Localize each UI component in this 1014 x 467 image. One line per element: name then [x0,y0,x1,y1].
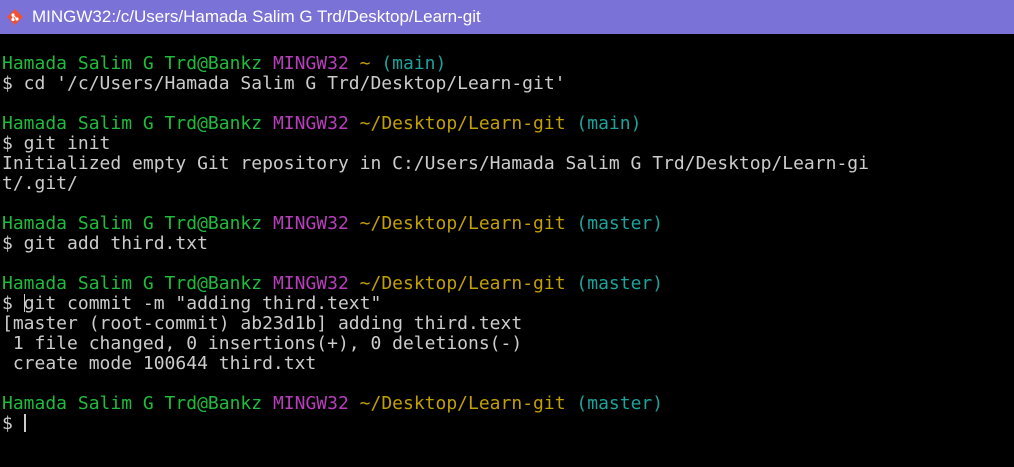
prompt-line: Hamada Salim G Trd@Bankz MINGW32 ~/Deskt… [2,394,1012,414]
command-line: $ git add third.txt [2,233,208,254]
command-text: git commit -m "adding third.text" [23,293,382,314]
prompt-system: MINGW32 [272,273,349,294]
prompt-system: MINGW32 [272,53,349,74]
prompt-branch: (main) [381,53,447,74]
prompt-path: ~ [359,53,371,74]
output-line: create mode 100644 third.txt [2,353,317,374]
terminal-cursor[interactable] [23,414,26,432]
terminal-window: MINGW32:/c/Users/Hamada Salim G Trd/Desk… [0,0,1014,467]
prompt-user: Hamada Salim G Trd@Bankz [2,53,263,74]
command-line: $ git init [2,133,111,154]
terminal-output[interactable]: Hamada Salim G Trd@Bankz MINGW32 ~ (main… [2,54,1012,464]
command-line: $ git commit -m "adding third.text" [2,294,1012,314]
prompt-path: ~/Desktop/Learn-git [359,113,566,134]
prompt-line: Hamada Salim G Trd@Bankz MINGW32 ~/Deskt… [2,214,1012,234]
prompt-branch: (master) [576,393,664,414]
window-title: MINGW32:/c/Users/Hamada Salim G Trd/Desk… [32,7,481,26]
git-bash-icon [6,8,24,26]
prompt-path: ~/Desktop/Learn-git [359,213,566,234]
output-line: 1 file changed, 0 insertions(+), 0 delet… [2,333,523,354]
prompt-user: Hamada Salim G Trd@Bankz [2,273,263,294]
prompt-path: ~/Desktop/Learn-git [359,393,566,414]
shell-prompt-symbol: $ [2,293,24,314]
output-line: [master (root-commit) ab23d1b] adding th… [2,313,523,334]
prompt-user: Hamada Salim G Trd@Bankz [2,393,263,414]
command-line: $ cd '/c/Users/Hamada Salim G Trd/Deskto… [2,73,566,94]
output-line: Initialized empty Git repository in C:/U… [2,153,869,174]
input-line[interactable]: $ [2,414,1012,434]
prompt-user: Hamada Salim G Trd@Bankz [2,113,263,134]
prompt-system: MINGW32 [272,393,349,414]
prompt-line: Hamada Salim G Trd@Bankz MINGW32 ~/Deskt… [2,274,1012,294]
prompt-system: MINGW32 [272,213,349,234]
prompt-line: Hamada Salim G Trd@Bankz MINGW32 ~/Deskt… [2,114,1012,134]
shell-prompt-symbol: $ [2,413,24,434]
prompt-branch: (main) [576,113,642,134]
prompt-branch: (master) [576,273,664,294]
prompt-line: Hamada Salim G Trd@Bankz MINGW32 ~ (main… [2,54,1012,74]
title-bar[interactable]: MINGW32:/c/Users/Hamada Salim G Trd/Desk… [0,0,1014,34]
prompt-system: MINGW32 [272,113,349,134]
prompt-branch: (master) [576,213,664,234]
prompt-path: ~/Desktop/Learn-git [359,273,566,294]
output-line: t/.git/ [2,173,78,194]
prompt-user: Hamada Salim G Trd@Bankz [2,213,263,234]
